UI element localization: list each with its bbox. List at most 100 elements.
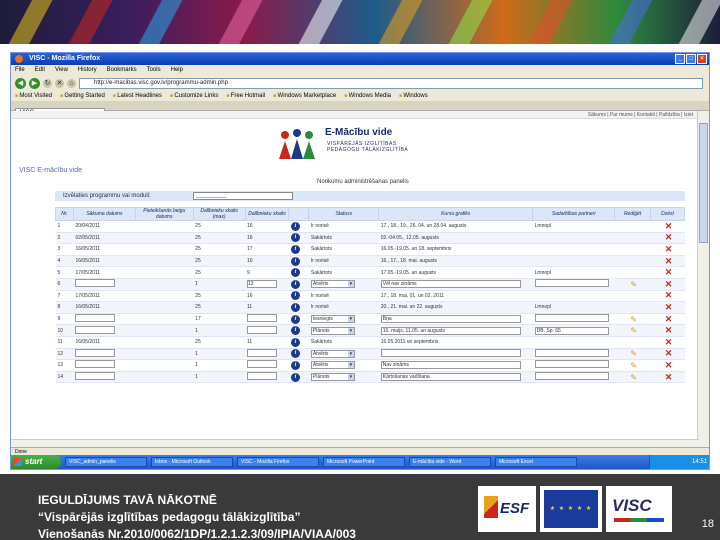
info-icon[interactable]: i [290,244,300,254]
bookmark-item[interactable]: Free Hotmail [226,91,265,101]
delete-x-icon[interactable]: ✕ [665,244,673,254]
partner-input[interactable] [534,372,609,381]
start-date-input[interactable] [75,348,116,357]
site-nav[interactable]: Sākums | Par mums | Kontakti | Palīdzība… [11,111,699,119]
schedule-input[interactable]: Nav zināms [380,361,521,370]
status-select[interactable]: Atvērts [310,361,355,370]
count-input[interactable] [247,325,278,334]
vertical-scrollbar[interactable] [697,111,709,449]
minimize-button[interactable]: _ [675,54,685,64]
status-select[interactable]: Atvērts [310,280,355,289]
delete-x-icon[interactable]: ✕ [665,348,673,358]
taskbar-item[interactable]: VISC_admin_panelis [65,457,147,467]
delete-x-icon[interactable]: ✕ [665,221,673,231]
info-icon[interactable]: i [290,256,300,266]
taskbar-item[interactable]: E-mācību vide - Word [409,457,491,467]
start-date-input[interactable] [75,279,116,288]
menu-bookmarks[interactable]: Bookmarks [107,65,137,75]
pencil-edit-icon[interactable]: ✎ [630,349,637,358]
delete-x-icon[interactable]: ✕ [665,372,673,382]
status-select[interactable]: Plānots [310,373,355,382]
system-tray-clock[interactable]: 14:51 [649,455,709,469]
status-select[interactable]: Iesniegts [310,315,355,324]
schedule-input[interactable]: Vēl nav zināms [380,280,521,289]
delete-x-icon[interactable]: ✕ [665,314,673,324]
info-icon[interactable]: i [290,372,300,382]
forward-button[interactable]: ▶ [29,77,40,89]
delete-x-icon[interactable]: ✕ [665,290,673,300]
schedule-input[interactable] [380,348,521,357]
horizontal-scrollbar[interactable] [11,439,699,447]
maximize-button[interactable]: □ [686,54,696,64]
info-icon[interactable]: i [290,221,300,231]
site-logo[interactable]: E-Mācību vide VISPĀRĒJĀS IZGLĪTĪBAS PEDA… [277,125,447,169]
back-button[interactable]: ◀ [15,77,26,89]
count-input[interactable] [247,360,278,369]
pencil-edit-icon[interactable]: ✎ [630,315,637,324]
menu-history[interactable]: History [78,65,97,75]
program-select[interactable]: ___________ [193,192,293,200]
count-input[interactable] [247,348,278,357]
menu-view[interactable]: View [55,65,68,75]
pencil-edit-icon[interactable]: ✎ [630,361,637,370]
start-date-input[interactable] [75,314,116,323]
count-input[interactable] [247,314,278,323]
count-input[interactable]: 12 [247,280,278,289]
partner-input[interactable] [534,279,609,288]
info-icon[interactable]: i [290,233,300,243]
bookmark-item[interactable]: Getting Started [60,91,104,101]
delete-x-icon[interactable]: ✕ [665,325,673,335]
pencil-edit-icon[interactable]: ✎ [630,326,637,335]
start-button[interactable]: start [11,455,61,469]
partner-input[interactable]: DB. Sp. 65 [534,326,609,335]
delete-x-icon[interactable]: ✕ [665,279,673,289]
info-icon[interactable]: i [290,326,300,336]
status-select[interactable]: Atvērts [310,349,355,358]
menu-tools[interactable]: Tools [147,65,161,75]
menu-file[interactable]: File [15,65,25,75]
partner-input[interactable] [534,314,609,323]
partner-input[interactable] [534,348,609,357]
delete-x-icon[interactable]: ✕ [665,360,673,370]
delete-x-icon[interactable]: ✕ [665,232,673,242]
bookmark-item[interactable]: Windows Marketplace [273,91,337,101]
reload-icon[interactable]: ↻ [43,78,52,88]
pencil-edit-icon[interactable]: ✎ [630,373,637,382]
start-date-input[interactable] [75,325,116,334]
schedule-input[interactable]: Bņa [380,315,521,324]
bookmark-item[interactable]: Customize Links [170,91,218,101]
scrollbar-thumb[interactable] [699,123,708,243]
taskbar-item[interactable]: VISC - Mozilla Firefox [237,457,319,467]
url-input[interactable]: http://e-macibas.visc.gov.lv/programmu-a… [79,77,703,89]
count-input[interactable] [247,372,278,381]
schedule-input[interactable]: Kārtošanas vadīšana [380,373,521,382]
bookmark-item[interactable]: Windows [399,91,427,101]
start-date-input[interactable] [75,372,116,381]
info-icon[interactable]: i [290,349,300,359]
bookmark-item[interactable]: Most Visited [15,91,52,101]
close-button[interactable]: × [697,54,707,64]
info-icon[interactable]: i [290,337,300,347]
breadcrumb[interactable]: VISC E-mācību vide [19,167,82,174]
taskbar-item[interactable]: Microsoft Excel [495,457,577,467]
info-icon[interactable]: i [290,360,300,370]
menu-help[interactable]: Help [171,65,183,75]
home-icon[interactable]: ⌂ [67,78,76,88]
pencil-edit-icon[interactable]: ✎ [630,280,637,289]
delete-x-icon[interactable]: ✕ [665,302,673,312]
info-icon[interactable]: i [290,291,300,301]
delete-x-icon[interactable]: ✕ [665,256,673,266]
info-icon[interactable]: i [290,279,300,289]
bookmark-item[interactable]: Windows Media [344,91,391,101]
menu-edit[interactable]: Edit [35,65,45,75]
info-icon[interactable]: i [290,268,300,278]
bookmark-item[interactable]: Latest Headlines [113,91,162,101]
info-icon[interactable]: i [290,302,300,312]
status-select[interactable]: Plānots [310,326,355,335]
taskbar-item[interactable]: Inbox - Microsoft Outlook [151,457,233,467]
schedule-input[interactable]: 10. maijs, 11.05. un augusts [380,326,521,335]
partner-input[interactable] [534,360,609,369]
delete-x-icon[interactable]: ✕ [665,267,673,277]
start-date-input[interactable] [75,360,116,369]
taskbar-item[interactable]: Microsoft PowerPoint [323,457,405,467]
